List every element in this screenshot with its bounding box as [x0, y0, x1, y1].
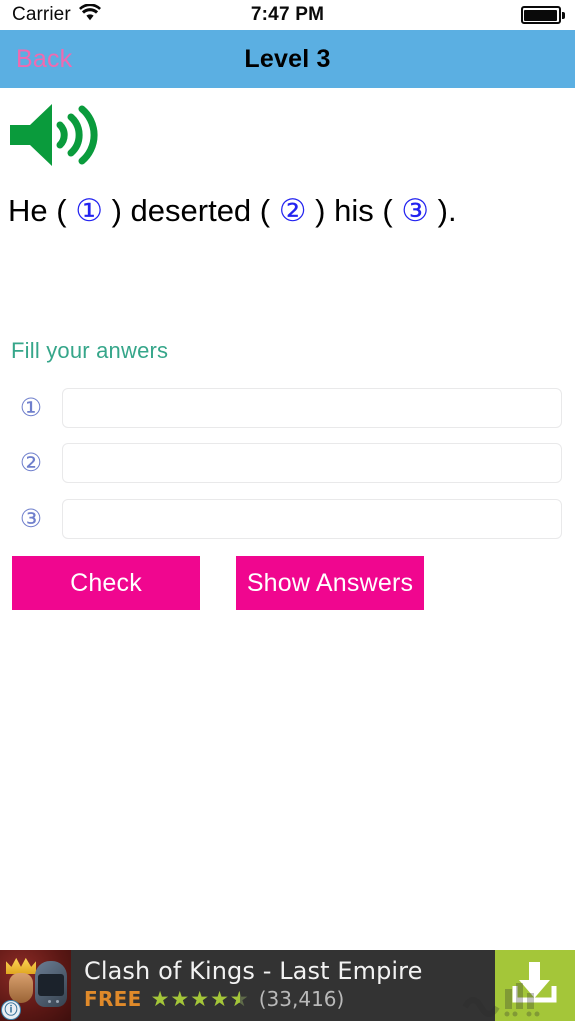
ad-text-block: Clash of Kings - Last Empire FREE ★ ★ ★ ★ ★ …: [71, 950, 495, 1021]
ad-download-button[interactable]: [462, 950, 575, 1021]
sentence-part-1: He (: [8, 193, 76, 228]
check-button[interactable]: Check: [12, 556, 200, 610]
answer-number-2: ②: [19, 448, 43, 477]
answer-input-1[interactable]: [62, 388, 562, 428]
ad-app-icon[interactable]: ⓘ: [0, 950, 71, 1021]
app-screen: Carrier 7:47 PM Back Level 3 He (①) de…: [0, 0, 575, 1021]
ad-banner[interactable]: ⓘ Clash of Kings - Last Empire FREE ★ ★ ★ ★…: [0, 950, 575, 1021]
answer-number-1: ①: [19, 393, 43, 422]
answer-number-3: ③: [19, 504, 43, 533]
question-sentence: He ( ① ) deserted ( ② ) his ( ③ ).: [8, 193, 568, 229]
king-face: [9, 973, 33, 1003]
ad-review-count: (33,416): [258, 987, 345, 1011]
answer-input-2[interactable]: [62, 443, 562, 483]
answer-row-3: ③: [0, 498, 575, 540]
speaker-volume-icon: [6, 104, 106, 173]
ad-rating-stars: ★ ★ ★ ★ ★: [151, 989, 250, 1010]
clock-time: 7:47 PM: [250, 4, 325, 25]
fill-answers-label: Fill your anwers: [11, 338, 169, 363]
status-bar: Carrier 7:47 PM: [0, 0, 575, 30]
main-content: He ( ① ) deserted ( ② ) his ( ③ ). Fill …: [0, 88, 575, 950]
ad-price-label: FREE: [84, 987, 142, 1011]
answer-row-2: ②: [0, 442, 575, 484]
ad-subtitle: FREE ★★★★★ (33,416): [84, 987, 495, 1011]
answer-row-1: ①: [0, 387, 575, 429]
sentence-part-3: ) his (: [306, 193, 402, 228]
crown-icon: [6, 957, 36, 974]
sentence-part-2: ) deserted (: [102, 193, 279, 228]
helmet-visor: [38, 974, 64, 996]
answer-input-3[interactable]: [62, 499, 562, 539]
sentence-blank-2: ②: [278, 193, 307, 228]
battery-icon: [520, 6, 565, 24]
ad-title: Clash of Kings - Last Empire: [84, 957, 423, 985]
show-answers-button[interactable]: Show Answers: [236, 556, 424, 610]
sentence-part-4: ).: [429, 193, 457, 228]
sentence-blank-3: ③: [401, 193, 430, 228]
action-buttons: Check Show Answers: [0, 556, 575, 610]
play-audio-button[interactable]: [6, 100, 106, 170]
navigation-bar: Back Level 3: [0, 30, 575, 88]
sentence-blank-1: ①: [75, 193, 103, 228]
ad-info-icon[interactable]: ⓘ: [1, 1000, 21, 1020]
page-title: Level 3: [244, 44, 331, 73]
download-arrow-icon: [509, 960, 561, 1011]
